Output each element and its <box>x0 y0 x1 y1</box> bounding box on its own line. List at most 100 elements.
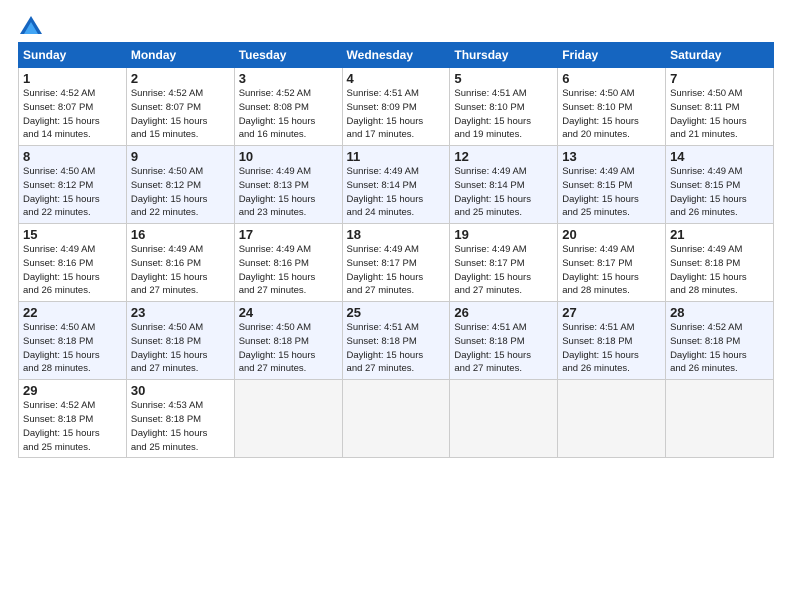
day-number: 1 <box>23 71 122 86</box>
day-info: Sunrise: 4:51 AM Sunset: 8:18 PM Dayligh… <box>562 321 661 376</box>
day-info: Sunrise: 4:50 AM Sunset: 8:18 PM Dayligh… <box>131 321 230 376</box>
day-info: Sunrise: 4:52 AM Sunset: 8:07 PM Dayligh… <box>23 87 122 142</box>
calendar-cell <box>450 380 558 458</box>
day-info: Sunrise: 4:49 AM Sunset: 8:18 PM Dayligh… <box>670 243 769 298</box>
logo-icon <box>20 16 42 34</box>
day-info: Sunrise: 4:50 AM Sunset: 8:10 PM Dayligh… <box>562 87 661 142</box>
calendar-cell: 12Sunrise: 4:49 AM Sunset: 8:14 PM Dayli… <box>450 146 558 224</box>
calendar-week-row: 15Sunrise: 4:49 AM Sunset: 8:16 PM Dayli… <box>19 224 774 302</box>
day-number: 22 <box>23 305 122 320</box>
day-info: Sunrise: 4:49 AM Sunset: 8:16 PM Dayligh… <box>23 243 122 298</box>
day-info: Sunrise: 4:52 AM Sunset: 8:08 PM Dayligh… <box>239 87 338 142</box>
day-number: 24 <box>239 305 338 320</box>
calendar-cell: 24Sunrise: 4:50 AM Sunset: 8:18 PM Dayli… <box>234 302 342 380</box>
day-info: Sunrise: 4:49 AM Sunset: 8:15 PM Dayligh… <box>670 165 769 220</box>
day-info: Sunrise: 4:52 AM Sunset: 8:18 PM Dayligh… <box>23 399 122 454</box>
day-header-sunday: Sunday <box>19 43 127 68</box>
day-info: Sunrise: 4:49 AM Sunset: 8:16 PM Dayligh… <box>239 243 338 298</box>
calendar-cell: 15Sunrise: 4:49 AM Sunset: 8:16 PM Dayli… <box>19 224 127 302</box>
day-number: 27 <box>562 305 661 320</box>
calendar-cell: 29Sunrise: 4:52 AM Sunset: 8:18 PM Dayli… <box>19 380 127 458</box>
day-number: 25 <box>347 305 446 320</box>
day-number: 9 <box>131 149 230 164</box>
calendar-cell: 21Sunrise: 4:49 AM Sunset: 8:18 PM Dayli… <box>666 224 774 302</box>
day-number: 19 <box>454 227 553 242</box>
calendar-cell: 2Sunrise: 4:52 AM Sunset: 8:07 PM Daylig… <box>126 68 234 146</box>
day-header-thursday: Thursday <box>450 43 558 68</box>
day-info: Sunrise: 4:50 AM Sunset: 8:18 PM Dayligh… <box>23 321 122 376</box>
calendar-cell: 7Sunrise: 4:50 AM Sunset: 8:11 PM Daylig… <box>666 68 774 146</box>
day-info: Sunrise: 4:52 AM Sunset: 8:18 PM Dayligh… <box>670 321 769 376</box>
calendar-cell: 5Sunrise: 4:51 AM Sunset: 8:10 PM Daylig… <box>450 68 558 146</box>
calendar-cell: 18Sunrise: 4:49 AM Sunset: 8:17 PM Dayli… <box>342 224 450 302</box>
logo <box>18 16 42 34</box>
calendar-cell: 1Sunrise: 4:52 AM Sunset: 8:07 PM Daylig… <box>19 68 127 146</box>
day-number: 3 <box>239 71 338 86</box>
day-header-saturday: Saturday <box>666 43 774 68</box>
day-info: Sunrise: 4:51 AM Sunset: 8:18 PM Dayligh… <box>347 321 446 376</box>
calendar-cell: 6Sunrise: 4:50 AM Sunset: 8:10 PM Daylig… <box>558 68 666 146</box>
calendar-header-row: SundayMondayTuesdayWednesdayThursdayFrid… <box>19 43 774 68</box>
calendar-cell <box>666 380 774 458</box>
day-info: Sunrise: 4:50 AM Sunset: 8:12 PM Dayligh… <box>23 165 122 220</box>
day-info: Sunrise: 4:51 AM Sunset: 8:10 PM Dayligh… <box>454 87 553 142</box>
day-number: 23 <box>131 305 230 320</box>
calendar-week-row: 8Sunrise: 4:50 AM Sunset: 8:12 PM Daylig… <box>19 146 774 224</box>
day-info: Sunrise: 4:49 AM Sunset: 8:13 PM Dayligh… <box>239 165 338 220</box>
day-info: Sunrise: 4:49 AM Sunset: 8:14 PM Dayligh… <box>347 165 446 220</box>
calendar-week-row: 1Sunrise: 4:52 AM Sunset: 8:07 PM Daylig… <box>19 68 774 146</box>
calendar-cell: 22Sunrise: 4:50 AM Sunset: 8:18 PM Dayli… <box>19 302 127 380</box>
day-number: 11 <box>347 149 446 164</box>
day-info: Sunrise: 4:53 AM Sunset: 8:18 PM Dayligh… <box>131 399 230 454</box>
calendar-table: SundayMondayTuesdayWednesdayThursdayFrid… <box>18 42 774 458</box>
day-number: 29 <box>23 383 122 398</box>
day-header-friday: Friday <box>558 43 666 68</box>
day-header-wednesday: Wednesday <box>342 43 450 68</box>
day-info: Sunrise: 4:50 AM Sunset: 8:12 PM Dayligh… <box>131 165 230 220</box>
day-info: Sunrise: 4:51 AM Sunset: 8:09 PM Dayligh… <box>347 87 446 142</box>
calendar-cell <box>234 380 342 458</box>
day-info: Sunrise: 4:49 AM Sunset: 8:17 PM Dayligh… <box>454 243 553 298</box>
day-number: 12 <box>454 149 553 164</box>
calendar-cell: 19Sunrise: 4:49 AM Sunset: 8:17 PM Dayli… <box>450 224 558 302</box>
calendar-page: SundayMondayTuesdayWednesdayThursdayFrid… <box>0 0 792 612</box>
day-number: 2 <box>131 71 230 86</box>
calendar-cell: 11Sunrise: 4:49 AM Sunset: 8:14 PM Dayli… <box>342 146 450 224</box>
calendar-cell: 27Sunrise: 4:51 AM Sunset: 8:18 PM Dayli… <box>558 302 666 380</box>
calendar-cell: 3Sunrise: 4:52 AM Sunset: 8:08 PM Daylig… <box>234 68 342 146</box>
calendar-cell: 28Sunrise: 4:52 AM Sunset: 8:18 PM Dayli… <box>666 302 774 380</box>
day-number: 30 <box>131 383 230 398</box>
day-number: 28 <box>670 305 769 320</box>
day-number: 13 <box>562 149 661 164</box>
calendar-cell: 17Sunrise: 4:49 AM Sunset: 8:16 PM Dayli… <box>234 224 342 302</box>
day-number: 15 <box>23 227 122 242</box>
day-number: 6 <box>562 71 661 86</box>
calendar-week-row: 22Sunrise: 4:50 AM Sunset: 8:18 PM Dayli… <box>19 302 774 380</box>
calendar-cell: 8Sunrise: 4:50 AM Sunset: 8:12 PM Daylig… <box>19 146 127 224</box>
calendar-cell: 4Sunrise: 4:51 AM Sunset: 8:09 PM Daylig… <box>342 68 450 146</box>
day-info: Sunrise: 4:49 AM Sunset: 8:16 PM Dayligh… <box>131 243 230 298</box>
day-info: Sunrise: 4:49 AM Sunset: 8:17 PM Dayligh… <box>347 243 446 298</box>
day-number: 8 <box>23 149 122 164</box>
day-info: Sunrise: 4:50 AM Sunset: 8:11 PM Dayligh… <box>670 87 769 142</box>
day-number: 7 <box>670 71 769 86</box>
day-info: Sunrise: 4:49 AM Sunset: 8:14 PM Dayligh… <box>454 165 553 220</box>
calendar-cell: 20Sunrise: 4:49 AM Sunset: 8:17 PM Dayli… <box>558 224 666 302</box>
day-number: 26 <box>454 305 553 320</box>
day-header-monday: Monday <box>126 43 234 68</box>
day-number: 14 <box>670 149 769 164</box>
day-info: Sunrise: 4:49 AM Sunset: 8:15 PM Dayligh… <box>562 165 661 220</box>
calendar-cell <box>558 380 666 458</box>
day-number: 21 <box>670 227 769 242</box>
day-number: 4 <box>347 71 446 86</box>
day-info: Sunrise: 4:52 AM Sunset: 8:07 PM Dayligh… <box>131 87 230 142</box>
calendar-cell: 26Sunrise: 4:51 AM Sunset: 8:18 PM Dayli… <box>450 302 558 380</box>
calendar-cell: 9Sunrise: 4:50 AM Sunset: 8:12 PM Daylig… <box>126 146 234 224</box>
day-number: 5 <box>454 71 553 86</box>
day-info: Sunrise: 4:50 AM Sunset: 8:18 PM Dayligh… <box>239 321 338 376</box>
day-number: 10 <box>239 149 338 164</box>
calendar-cell: 30Sunrise: 4:53 AM Sunset: 8:18 PM Dayli… <box>126 380 234 458</box>
calendar-cell: 23Sunrise: 4:50 AM Sunset: 8:18 PM Dayli… <box>126 302 234 380</box>
calendar-cell: 16Sunrise: 4:49 AM Sunset: 8:16 PM Dayli… <box>126 224 234 302</box>
day-number: 20 <box>562 227 661 242</box>
